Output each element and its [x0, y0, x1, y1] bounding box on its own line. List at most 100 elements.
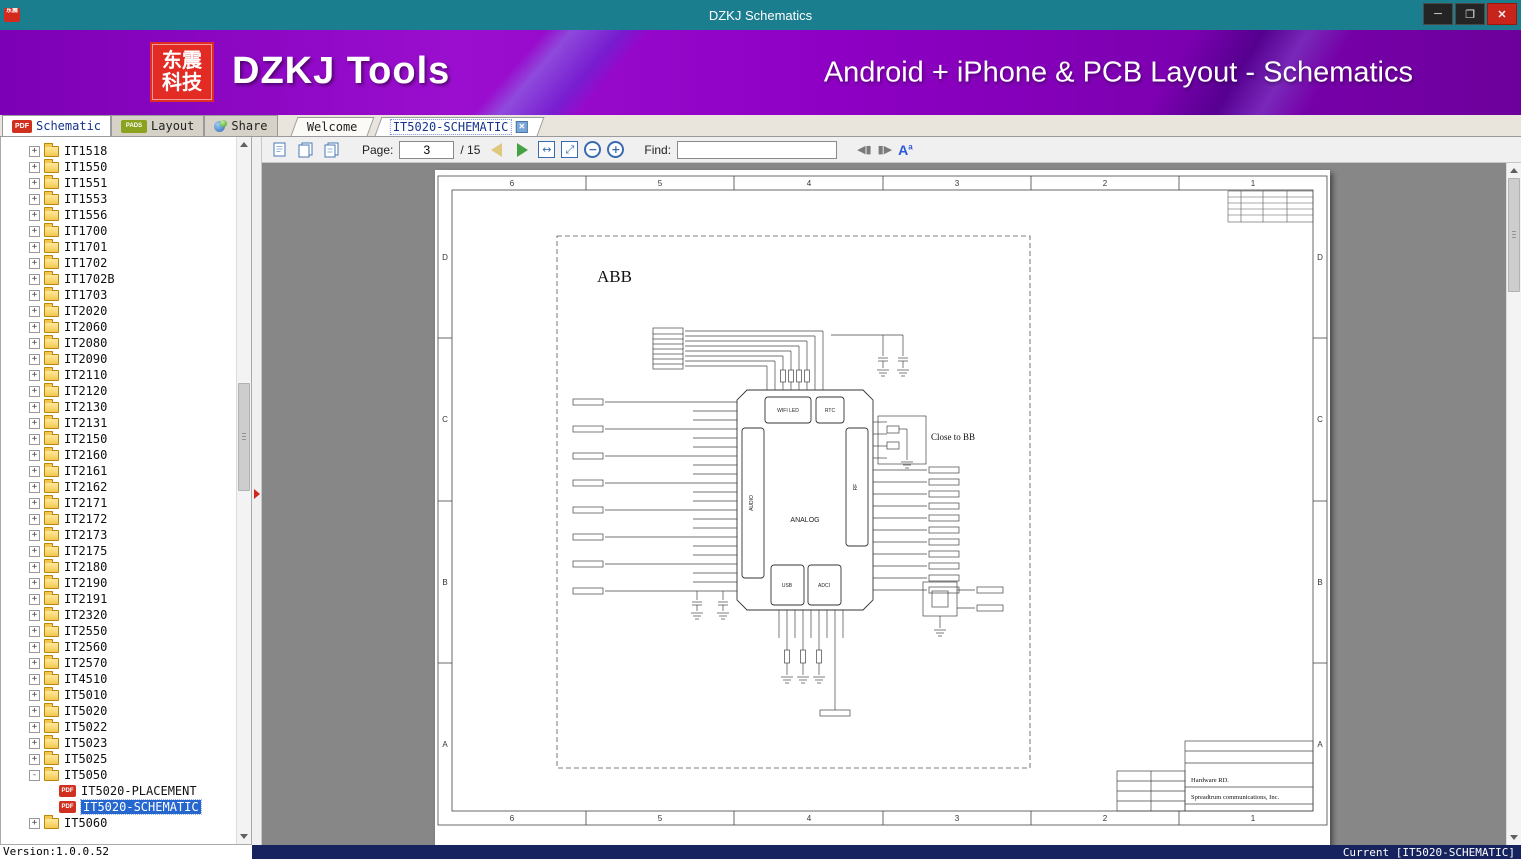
tree-item[interactable]: +IT2161: [1, 463, 236, 479]
tree-item[interactable]: +IT2172: [1, 511, 236, 527]
page-number-input[interactable]: [399, 141, 454, 159]
find-next-icon[interactable]: ▮▶: [878, 143, 893, 156]
expand-toggle-icon[interactable]: +: [29, 706, 40, 717]
tree-item[interactable]: +IT2175: [1, 543, 236, 559]
doc-tab-it5020-schematic[interactable]: IT5020-SCHEMATIC ✕: [375, 117, 545, 136]
tab-schematic[interactable]: PDF Schematic: [2, 115, 111, 136]
find-previous-icon[interactable]: ◀▮: [857, 143, 872, 156]
expand-toggle-icon[interactable]: +: [29, 642, 40, 653]
tree-item[interactable]: +IT2110: [1, 367, 236, 383]
fit-page-icon[interactable]: ⤢: [561, 141, 578, 158]
tree-item[interactable]: +IT2090: [1, 351, 236, 367]
scroll-down-icon[interactable]: [237, 829, 251, 844]
expand-toggle-icon[interactable]: +: [29, 626, 40, 637]
tree-item[interactable]: +IT1702B: [1, 271, 236, 287]
tree-item[interactable]: +IT5060: [1, 815, 236, 831]
tree-item[interactable]: +IT4510: [1, 671, 236, 687]
tree-item[interactable]: +IT5025: [1, 751, 236, 767]
expand-toggle-icon[interactable]: +: [29, 338, 40, 349]
expand-toggle-icon[interactable]: +: [29, 210, 40, 221]
expand-toggle-icon[interactable]: +: [29, 306, 40, 317]
tree-item[interactable]: +IT1556: [1, 207, 236, 223]
zoom-in-icon[interactable]: +: [607, 141, 624, 158]
tree-item[interactable]: +IT2171: [1, 495, 236, 511]
expand-toggle-icon[interactable]: +: [29, 562, 40, 573]
next-page-icon[interactable]: [512, 140, 532, 160]
scroll-up-icon[interactable]: [1507, 163, 1521, 178]
expand-toggle-icon[interactable]: +: [29, 546, 40, 557]
scrollbar-thumb[interactable]: [1508, 178, 1520, 292]
expand-toggle-icon[interactable]: +: [29, 370, 40, 381]
tree-item[interactable]: +IT2150: [1, 431, 236, 447]
expand-toggle-icon[interactable]: +: [29, 514, 40, 525]
expand-toggle-icon[interactable]: +: [29, 818, 40, 829]
expand-toggle-icon[interactable]: +: [29, 434, 40, 445]
expand-toggle-icon[interactable]: +: [29, 402, 40, 413]
expand-toggle-icon[interactable]: +: [29, 754, 40, 765]
page-icon[interactable]: [270, 140, 290, 160]
tree-item[interactable]: +IT2060: [1, 319, 236, 335]
scroll-down-icon[interactable]: [1507, 830, 1521, 845]
expand-toggle-icon[interactable]: +: [29, 722, 40, 733]
expand-toggle-icon[interactable]: +: [29, 690, 40, 701]
tree-item[interactable]: +IT5023: [1, 735, 236, 751]
expand-toggle-icon[interactable]: +: [29, 146, 40, 157]
expand-toggle-icon[interactable]: +: [29, 450, 40, 461]
tree-item-document[interactable]: PDFIT5020-PLACEMENT: [1, 783, 236, 799]
tree-item[interactable]: +IT2173: [1, 527, 236, 543]
collapse-toggle-icon[interactable]: -: [29, 770, 40, 781]
find-input[interactable]: [677, 141, 837, 159]
expand-toggle-icon[interactable]: +: [29, 178, 40, 189]
tree-item[interactable]: +IT2180: [1, 559, 236, 575]
tree-item[interactable]: +IT5020: [1, 703, 236, 719]
minimize-button[interactable]: ─: [1423, 3, 1453, 25]
expand-toggle-icon[interactable]: +: [29, 162, 40, 173]
tree-item[interactable]: -IT5050: [1, 767, 236, 783]
expand-toggle-icon[interactable]: +: [29, 194, 40, 205]
expand-toggle-icon[interactable]: +: [29, 498, 40, 509]
expand-toggle-icon[interactable]: +: [29, 594, 40, 605]
duplicate-pages-icon[interactable]: [322, 140, 342, 160]
tree-item[interactable]: +IT2160: [1, 447, 236, 463]
expand-toggle-icon[interactable]: +: [29, 354, 40, 365]
tree-item[interactable]: +IT2080: [1, 335, 236, 351]
expand-toggle-icon[interactable]: +: [29, 418, 40, 429]
tree-item[interactable]: +IT2190: [1, 575, 236, 591]
tree-item[interactable]: +IT2570: [1, 655, 236, 671]
expand-toggle-icon[interactable]: +: [29, 674, 40, 685]
panel-splitter[interactable]: [252, 137, 262, 845]
tree-item[interactable]: +IT2131: [1, 415, 236, 431]
expand-toggle-icon[interactable]: +: [29, 274, 40, 285]
expand-toggle-icon[interactable]: +: [29, 258, 40, 269]
maximize-button[interactable]: ❐: [1455, 3, 1485, 25]
sidebar-scrollbar[interactable]: [236, 137, 251, 844]
expand-toggle-icon[interactable]: +: [29, 738, 40, 749]
tree-item[interactable]: +IT2020: [1, 303, 236, 319]
expand-toggle-icon[interactable]: +: [29, 386, 40, 397]
tree-item[interactable]: +IT1553: [1, 191, 236, 207]
tree-item[interactable]: +IT5010: [1, 687, 236, 703]
tree-item[interactable]: +IT2560: [1, 639, 236, 655]
tree-item[interactable]: +IT2320: [1, 607, 236, 623]
expand-toggle-icon[interactable]: +: [29, 466, 40, 477]
scrollbar-thumb[interactable]: [238, 383, 250, 491]
tab-share[interactable]: Share: [204, 115, 277, 136]
tree-item[interactable]: +IT2130: [1, 399, 236, 415]
tree-item[interactable]: +IT1703: [1, 287, 236, 303]
zoom-out-icon[interactable]: −: [584, 141, 601, 158]
expand-toggle-icon[interactable]: +: [29, 578, 40, 589]
expand-toggle-icon[interactable]: +: [29, 658, 40, 669]
expand-toggle-icon[interactable]: +: [29, 242, 40, 253]
tree-item-document[interactable]: PDFIT5020-SCHEMATIC: [1, 799, 236, 815]
tree-item[interactable]: +IT5022: [1, 719, 236, 735]
expand-toggle-icon[interactable]: +: [29, 226, 40, 237]
tree-item[interactable]: +IT2120: [1, 383, 236, 399]
expand-toggle-icon[interactable]: +: [29, 482, 40, 493]
tab-layout[interactable]: PADS Layout: [111, 115, 204, 136]
tree-item[interactable]: +IT1518: [1, 143, 236, 159]
collapse-panel-icon[interactable]: [254, 489, 260, 499]
tree-item[interactable]: +IT2191: [1, 591, 236, 607]
expand-toggle-icon[interactable]: +: [29, 322, 40, 333]
tree-item[interactable]: +IT2550: [1, 623, 236, 639]
fit-width-icon[interactable]: ↔: [538, 141, 555, 158]
